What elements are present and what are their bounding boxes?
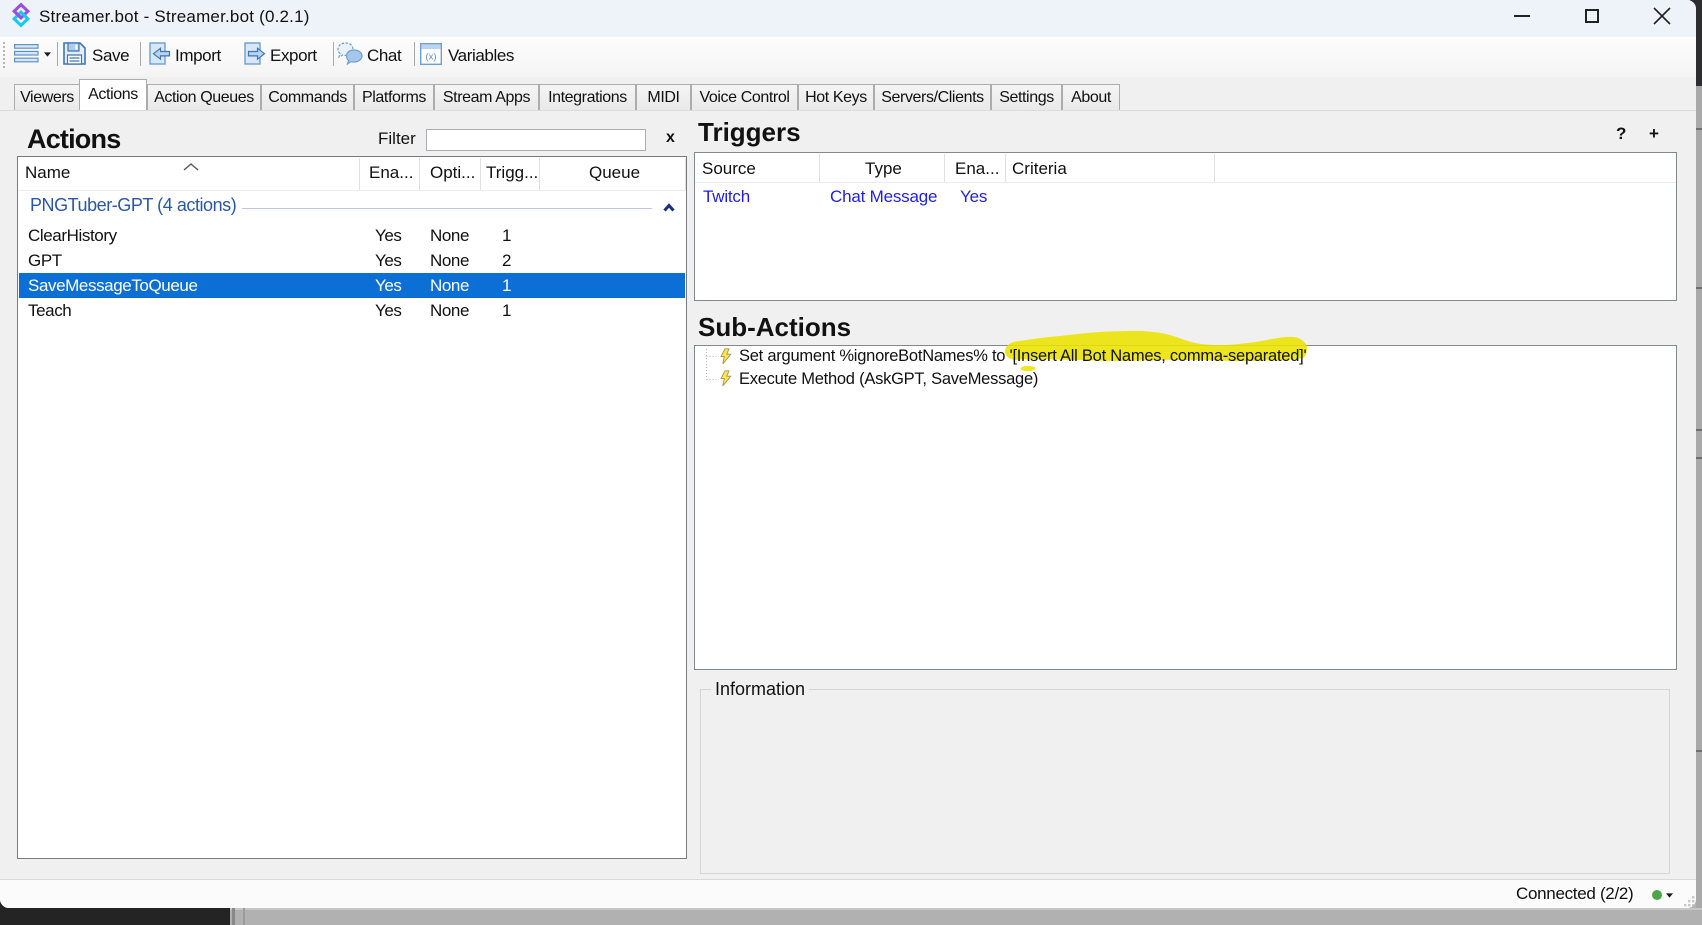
svg-text:(x): (x) [425, 52, 436, 63]
